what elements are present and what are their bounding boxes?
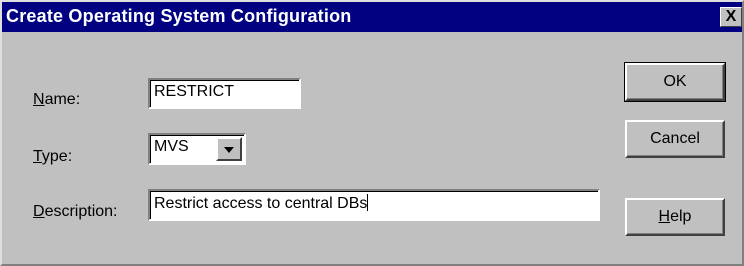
chevron-down-icon [224,147,234,153]
title-bar[interactable]: Create Operating System Configuration X [2,2,742,32]
close-button[interactable]: X [720,7,742,27]
type-dropdown-button[interactable] [216,137,242,161]
type-label-accelerator: T [33,148,42,165]
dialog-window: Create Operating System Configuration X … [0,0,744,266]
type-select-value: MVS [154,138,189,155]
cancel-button-label: Cancel [650,130,700,147]
ok-button[interactable]: OK [624,62,726,102]
name-label-accelerator: N [33,91,45,108]
name-label-text: ame: [44,91,81,108]
name-input-value: RESTRICT [154,83,234,100]
type-label: Type: [33,148,72,166]
description-input-value: Restrict access to central DBs [154,195,368,212]
description-label: Description: [33,203,117,221]
type-label-text: ype: [41,148,73,165]
description-label-accelerator: D [33,203,45,220]
help-button-label: elp [670,208,692,225]
description-label-text: escription: [44,203,118,220]
cancel-button[interactable]: Cancel [625,120,725,158]
help-button[interactable]: Help [625,198,725,236]
name-label: Name: [33,91,80,109]
ok-button-label: OK [663,73,687,90]
close-icon: X [725,8,737,25]
description-input[interactable]: Restrict access to central DBs [148,189,600,221]
name-input[interactable]: RESTRICT [148,78,301,109]
dialog-title: Create Operating System Configuration [6,6,352,26]
text-cursor [367,194,369,211]
help-button-accelerator: H [658,208,671,225]
